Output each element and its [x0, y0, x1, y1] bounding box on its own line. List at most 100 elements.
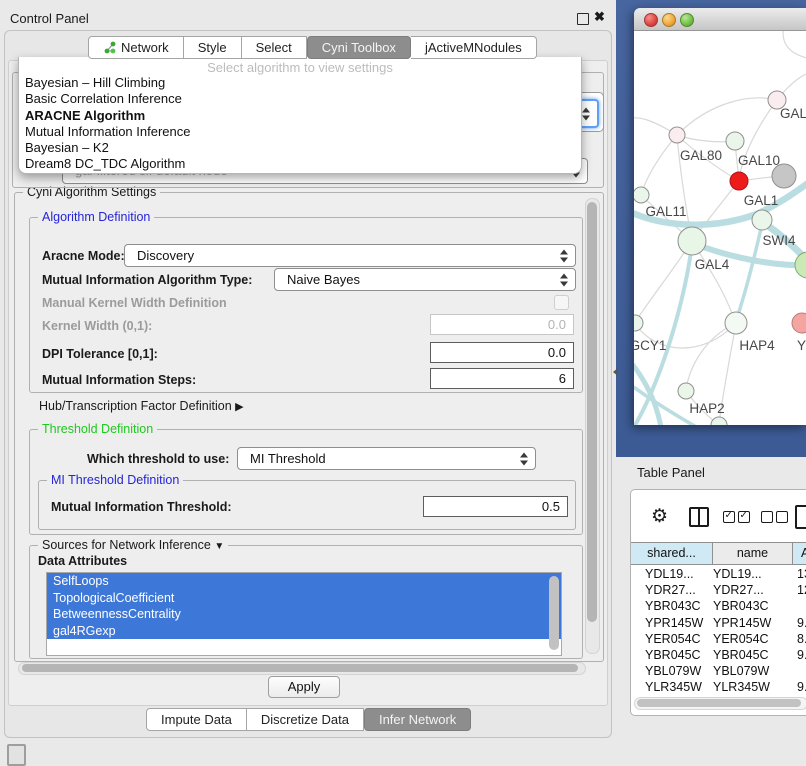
table-hscrollbar-thumb[interactable] — [637, 699, 801, 707]
table-panel: ⚙ shared... name A YDL19...YDL19...13 YD… — [630, 489, 806, 716]
tab-discretize-data[interactable]: Discretize Data — [247, 708, 364, 731]
mi-steps-input[interactable]: 6 — [430, 368, 574, 389]
network-node[interactable] — [678, 227, 706, 255]
table-hscrollbar[interactable] — [634, 697, 806, 710]
table-row[interactable]: YBL079WYBL079W — [631, 663, 806, 679]
table-panel-title: Table Panel — [637, 465, 705, 480]
network-icon — [103, 41, 116, 54]
group-title: Threshold Definition — [38, 422, 157, 436]
tab-select[interactable]: Select — [242, 36, 307, 59]
node-label: SWI4 — [762, 233, 795, 248]
network-node[interactable] — [711, 417, 727, 425]
mi-type-combobox[interactable]: Naive Bayes — [274, 268, 576, 291]
aracne-mode-combobox[interactable]: Discovery — [124, 244, 576, 267]
cell: 8. — [789, 631, 806, 647]
apply-button[interactable]: Apply — [268, 676, 340, 698]
data-attributes-list: SelfLoops TopologicalCoefficient Between… — [46, 572, 562, 656]
tab-network[interactable]: Network — [88, 36, 184, 59]
bottom-tabbar: Impute Data Discretize Data Infer Networ… — [146, 708, 471, 731]
deselect-all-columns-icon[interactable] — [761, 510, 788, 528]
collapse-arrow-icon[interactable]: ▼ — [214, 541, 224, 552]
group-title: Algorithm Definition — [38, 210, 154, 224]
panel-divider-grip[interactable] — [613, 368, 618, 376]
cell: YPR145W — [713, 615, 789, 631]
network-node[interactable] — [669, 127, 685, 143]
tab-infer-network[interactable]: Infer Network — [364, 708, 471, 731]
network-node-selected[interactable] — [730, 172, 748, 190]
dropdown-option[interactable]: Bayesian – K2 — [19, 140, 581, 156]
cell: YBR045C — [713, 647, 789, 663]
list-item-selected[interactable]: TopologicalCoefficient — [47, 590, 561, 607]
network-node[interactable] — [634, 315, 643, 331]
settings-hscrollbar[interactable] — [18, 662, 586, 675]
hub-section-expander[interactable]: Hub/Transcription Factor Definition ▶ — [39, 399, 244, 413]
network-node[interactable] — [795, 252, 806, 278]
list-item-selected[interactable]: gal4RGexp — [47, 623, 561, 640]
sources-group: Sources for Network Inference ▼ Data Att… — [29, 545, 583, 659]
column-header-shared-name[interactable]: shared... — [631, 542, 713, 565]
column-header-name[interactable]: name — [713, 542, 793, 565]
dropdown-option[interactable]: Mutual Information Inference — [19, 124, 581, 140]
control-panel-tabbar: Network Style Select Cyni Toolbox jActiv… — [88, 36, 537, 59]
dropdown-option-highlighted[interactable]: ARACNE Algorithm — [19, 108, 581, 124]
kernel-width-input[interactable]: 0.0 — [430, 314, 574, 335]
minimized-panel-icon[interactable] — [7, 744, 26, 766]
settings-gear-icon[interactable]: ⚙ — [651, 507, 668, 526]
scrollbar-thumb[interactable] — [587, 202, 597, 622]
list-item-selected[interactable]: BetweennessCentrality — [47, 606, 561, 623]
table-body: YDL19...YDL19...13 YDR27...YDR27...12 YB… — [631, 566, 806, 712]
network-node[interactable] — [752, 210, 772, 230]
column-header-partial[interactable]: A — [793, 542, 806, 565]
table-row[interactable]: YER054CYER054C8. — [631, 631, 806, 647]
table-row[interactable]: YLR345WYLR345W9. — [631, 679, 806, 695]
mi-type-label: Mutual Information Algorithm Type: — [42, 273, 252, 287]
new-column-icon[interactable] — [795, 505, 806, 529]
list-scrollbar-thumb[interactable] — [549, 576, 559, 650]
node-label: GAL4 — [695, 257, 730, 272]
network-node[interactable] — [792, 313, 806, 333]
dropdown-option[interactable]: Basic Correlation Inference — [19, 91, 581, 107]
tab-label: Style — [198, 37, 227, 58]
network-canvas[interactable]: GAL GAL80 GAL10 GAL1 GAL11 SWI4 GAL4 GCY… — [634, 31, 806, 425]
table-row[interactable]: YBR043CYBR043C — [631, 598, 806, 614]
network-node[interactable] — [678, 383, 694, 399]
combobox-stepper-focused[interactable] — [579, 99, 599, 128]
tab-label: Network — [121, 37, 169, 58]
table-row[interactable]: YDL19...YDL19...13 — [631, 566, 806, 582]
float-window-icon[interactable] — [577, 13, 589, 25]
cell: 12 — [789, 582, 806, 598]
network-node[interactable] — [634, 187, 649, 203]
tab-style[interactable]: Style — [184, 36, 242, 59]
dropdown-option[interactable]: Bayesian – Hill Climbing — [19, 75, 581, 91]
dropdown-option[interactable]: Dream8 DC_TDC Algorithm — [19, 156, 581, 172]
minimize-traffic-light[interactable] — [662, 13, 676, 27]
table-header-row: shared... name A — [631, 542, 806, 564]
node-label: GAL80 — [680, 148, 722, 163]
network-node[interactable] — [726, 132, 744, 150]
list-item-selected[interactable]: SelfLoops — [47, 573, 561, 590]
mi-threshold-definition-group: MI Threshold Definition Mutual Informati… — [38, 480, 576, 530]
tab-jactivemnodules[interactable]: jActiveMNodules — [411, 36, 537, 59]
window-titlebar[interactable] — [634, 8, 806, 31]
select-all-columns-icon[interactable] — [723, 510, 750, 528]
table-row[interactable]: YBR045CYBR045C9. — [631, 647, 806, 663]
node-label: GAL11 — [645, 204, 686, 219]
cell: YDL19... — [645, 566, 713, 582]
close-icon[interactable]: ✖ — [594, 9, 605, 25]
settings-scrollbar[interactable] — [585, 198, 600, 654]
manual-kernel-width-checkbox[interactable] — [554, 295, 569, 310]
hscrollbar-thumb[interactable] — [22, 664, 578, 672]
dpi-tolerance-input[interactable]: 0.0 — [430, 342, 574, 363]
split-columns-icon[interactable] — [689, 507, 709, 527]
which-threshold-combobox[interactable]: MI Threshold — [237, 447, 536, 470]
zoom-traffic-light[interactable] — [680, 13, 694, 27]
tab-cyni-toolbox[interactable]: Cyni Toolbox — [307, 36, 411, 59]
table-row[interactable]: YDR27...YDR27...12 — [631, 582, 806, 598]
table-row[interactable]: YPR145WYPR145W9. — [631, 615, 806, 631]
close-traffic-light[interactable] — [644, 13, 658, 27]
tab-impute-data[interactable]: Impute Data — [146, 708, 247, 731]
stepper-arrows-icon — [560, 273, 569, 286]
mi-threshold-input[interactable]: 0.5 — [423, 496, 568, 517]
network-node[interactable] — [725, 312, 747, 334]
node-label: GAL10 — [738, 153, 780, 168]
